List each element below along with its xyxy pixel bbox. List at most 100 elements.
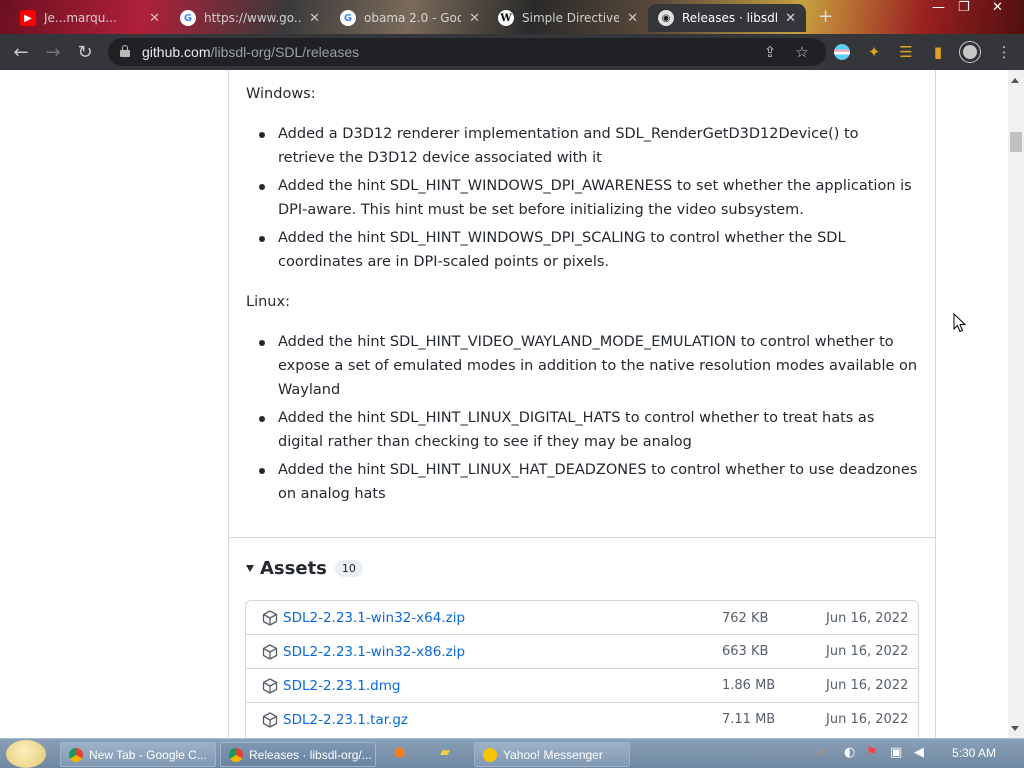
list-item: Added the hint SDL_HINT_LINUX_HAT_DEADZO… [246,458,918,506]
assets-count-badge: 10 [334,560,363,577]
package-icon [262,610,278,626]
start-button[interactable] [6,740,46,768]
list-item: Added a D3D12 renderer implementation an… [246,122,918,170]
package-icon [262,678,278,694]
reload-icon[interactable]: ↻ [74,41,96,63]
list-item: Added the hint SDL_HINT_WINDOWS_DPI_SCAL… [246,226,918,274]
close-tab-icon[interactable]: ✕ [785,11,796,26]
system-clock: 5:30 AM [952,746,997,760]
asset-size: 1.86 MB [722,678,776,693]
bookmark-star-icon[interactable]: ☆ [792,42,812,62]
asset-size: 663 KB [722,644,769,659]
asset-link[interactable]: SDL2-2.23.1.dmg [283,678,400,694]
scrollbar-thumb[interactable] [1010,132,1022,152]
assets-toggle[interactable]: Assets 10 [246,558,363,579]
extensions-puzzle-icon[interactable]: ✦ [864,42,884,62]
lock-icon [120,45,130,57]
os-taskbar: New Tab - Google C... Releases · libsdl-… [0,738,1024,768]
tray-alert-icon[interactable]: ⚑ [866,745,878,760]
google-icon: G [180,10,196,26]
linux-notes-list: Added the hint SDL_HINT_VIDEO_WAYLAND_MO… [246,330,918,510]
browser-tab-strip: ▶ Je...marqu... ✕ G https://www.go... ✕ … [0,0,1024,34]
scroll-down-arrow-icon[interactable] [1011,726,1019,731]
taskbar-item-new-tab[interactable]: New Tab - Google C... [60,742,216,767]
asset-link[interactable]: SDL2-2.23.1.tar.gz [283,712,408,728]
asset-row: SDL2-2.23.1.dmg 1.86 MB Jun 16, 2022 [246,668,918,702]
tab-title: Je...marqu... [44,11,117,25]
browser-tab-google-2[interactable]: G obama 2.0 - Goo... ✕ [330,4,490,32]
asset-date: Jun 16, 2022 [826,644,909,659]
youtube-icon: ▶ [20,10,36,26]
close-window-icon[interactable]: ✕ [992,0,1003,15]
linux-section-label: Linux: [246,294,290,310]
windows-section-label: Windows: [246,86,316,102]
package-icon [262,644,278,660]
address-url[interactable]: github.com/libsdl-org/SDL/releases [142,44,359,60]
tab-title: Simple Directive... [522,11,620,25]
asset-row: SDL2-2.23.1-win32-x64.zip 762 KB Jun 16,… [246,601,918,635]
taskbar-item-releases[interactable]: Releases · libsdl-org/... [220,742,376,767]
address-bar[interactable]: github.com/libsdl-org/SDL/releases ⇪ ☆ [108,38,826,66]
assets-title: Assets [260,558,327,579]
close-tab-icon[interactable]: ✕ [469,11,480,26]
scroll-up-arrow-icon[interactable] [1011,78,1019,83]
mouse-cursor-icon [953,313,967,333]
wikipedia-icon: W [498,10,514,26]
google-icon: G [340,10,356,26]
asset-row: SDL2-2.23.1-win32-x86.zip 663 KB Jun 16,… [246,634,918,668]
asset-row: SDL2-2.23.1.tar.gz 7.11 MB Jun 16, 2022 [246,702,918,736]
firefox-icon[interactable]: ● [394,745,405,760]
browser-menu-icon[interactable]: ⋮ [994,42,1014,62]
tab-title: https://www.go... [204,11,302,25]
taskbar-item-label: Releases · libsdl-org/... [249,747,372,762]
tab-title: Releases · libsdl-o... [682,11,778,25]
browser-tab-wikipedia[interactable]: W Simple Directive... ✕ [488,4,648,32]
assets-list: SDL2-2.23.1-win32-x64.zip 762 KB Jun 16,… [245,600,919,738]
browser-tab-github-active[interactable]: ◉ Releases · libsdl-o... ✕ [648,4,806,32]
network-icon[interactable]: ▣ [890,745,902,760]
tab-title: obama 2.0 - Goo... [364,11,462,25]
chrome-icon [229,747,243,762]
side-panel-icon[interactable]: ▮ [928,42,948,62]
browser-tab-youtube[interactable]: ▶ Je...marqu... ✕ [10,4,170,32]
card-border-left [228,70,229,738]
asset-date: Jun 16, 2022 [826,712,909,727]
card-divider [228,537,936,538]
tray-status-icon[interactable]: ◐ [844,745,855,760]
taskbar-item-label: New Tab - Google C... [89,747,207,762]
reading-list-icon[interactable]: ☰ [896,42,916,62]
new-tab-icon[interactable]: + [818,6,833,27]
list-item: Added the hint SDL_HINT_LINUX_DIGITAL_HA… [246,406,918,454]
asset-size: 762 KB [722,610,769,626]
close-tab-icon[interactable]: ✕ [309,11,320,26]
package-icon [262,712,278,728]
list-item: Added the hint SDL_HINT_VIDEO_WAYLAND_MO… [246,330,918,402]
maximize-icon[interactable]: ❐ [958,0,970,15]
browser-tab-google-1[interactable]: G https://www.go... ✕ [170,4,330,32]
close-tab-icon[interactable]: ✕ [627,11,638,26]
windows-notes-list: Added a D3D12 renderer implementation an… [246,122,918,278]
extension-flag-icon[interactable] [832,42,852,62]
caret-down-icon [246,565,254,572]
taskbar-item-yahoo-messenger[interactable]: Yahoo! Messenger [474,742,630,767]
search-tray-icon[interactable]: ⌕ [818,745,825,760]
page-scrollbar[interactable] [1008,70,1024,738]
yahoo-messenger-icon [483,747,497,762]
minimize-icon[interactable]: — [932,0,945,15]
url-path: /libsdl-org/SDL/releases [210,44,360,60]
asset-link[interactable]: SDL2-2.23.1-win32-x64.zip [283,610,465,626]
forward-arrow-icon[interactable]: → [42,41,64,63]
browser-toolbar: ← → ↻ github.com/libsdl-org/SDL/releases… [0,34,1024,70]
github-icon: ◉ [658,10,674,26]
profile-avatar-icon[interactable] [960,42,980,62]
list-item: Added the hint SDL_HINT_WINDOWS_DPI_AWAR… [246,174,918,222]
folder-icon[interactable]: ▰ [440,745,450,760]
share-icon[interactable]: ⇪ [760,42,780,62]
volume-icon[interactable]: ◀ [914,745,924,760]
asset-link[interactable]: SDL2-2.23.1-win32-x86.zip [283,644,465,660]
chrome-icon [69,747,83,762]
release-page: Windows: Added a D3D12 renderer implemen… [0,70,1008,738]
close-tab-icon[interactable]: ✕ [149,11,160,26]
back-arrow-icon[interactable]: ← [10,41,32,63]
asset-date: Jun 16, 2022 [826,678,909,693]
